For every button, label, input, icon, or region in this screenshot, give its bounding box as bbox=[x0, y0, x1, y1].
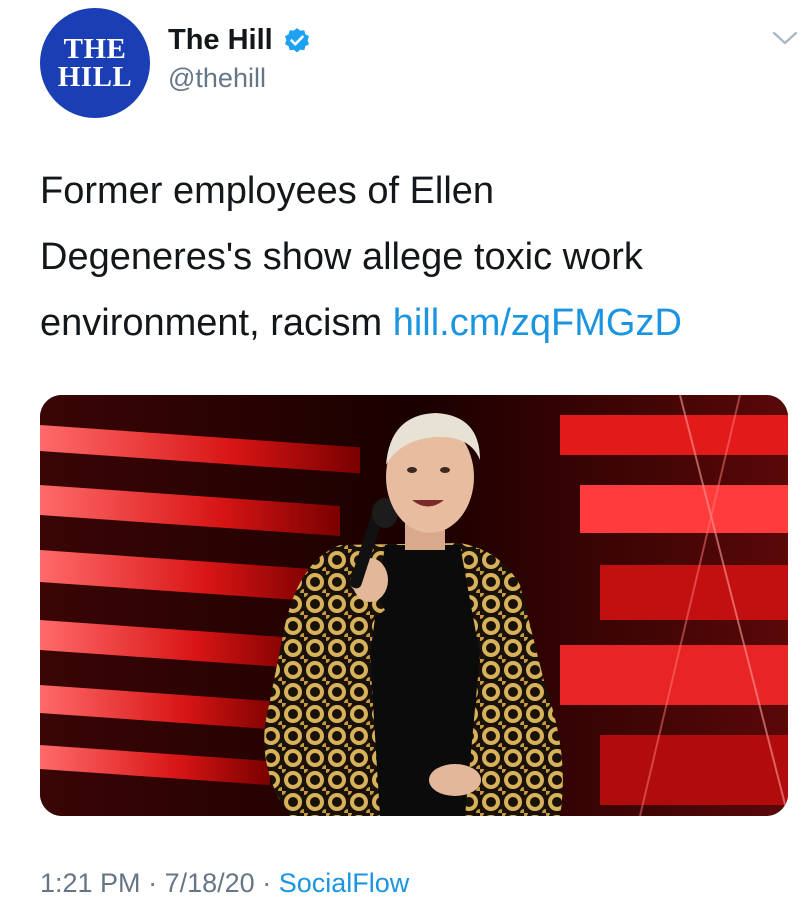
avatar-text-line1: THE bbox=[63, 32, 127, 65]
stage-photo bbox=[40, 395, 788, 816]
tweet-text-line: Former employees of Ellen bbox=[40, 170, 495, 212]
tweet-source-link[interactable]: SocialFlow bbox=[279, 868, 410, 898]
account-handle[interactable]: @thehill bbox=[168, 63, 311, 94]
tweet-meta: 1:21 PM · 7/18/20 · SocialFlow bbox=[40, 868, 409, 899]
article-link[interactable]: hill.cm/zqFMGzD bbox=[393, 302, 682, 344]
chevron-down-icon[interactable] bbox=[770, 28, 800, 48]
display-name[interactable]: The Hill bbox=[168, 24, 273, 57]
tweet-text-segment: environment, racism bbox=[40, 302, 383, 344]
tweet-text-line: Degeneres's show allege toxic work bbox=[40, 236, 643, 278]
tweet-text-line: environment, racism hill.cm/zqFMGzD bbox=[40, 290, 790, 356]
tweet-text: Former employees of Ellen Degeneres's sh… bbox=[40, 158, 790, 356]
tweet-date[interactable]: 7/18/20 bbox=[165, 868, 255, 898]
avatar-text-line2: HILL bbox=[57, 61, 133, 93]
account-names: The Hill @thehill bbox=[168, 24, 311, 94]
tweet-media-photo[interactable] bbox=[40, 395, 788, 816]
tweet-time[interactable]: 1:21 PM bbox=[40, 868, 141, 898]
meta-separator: · bbox=[148, 868, 158, 898]
avatar[interactable]: THE HILL bbox=[40, 8, 150, 118]
display-name-row[interactable]: The Hill bbox=[168, 24, 311, 57]
verified-badge-icon bbox=[283, 27, 311, 55]
meta-separator: · bbox=[262, 868, 272, 898]
tweet-header: THE HILL The Hill @thehill bbox=[40, 8, 800, 118]
